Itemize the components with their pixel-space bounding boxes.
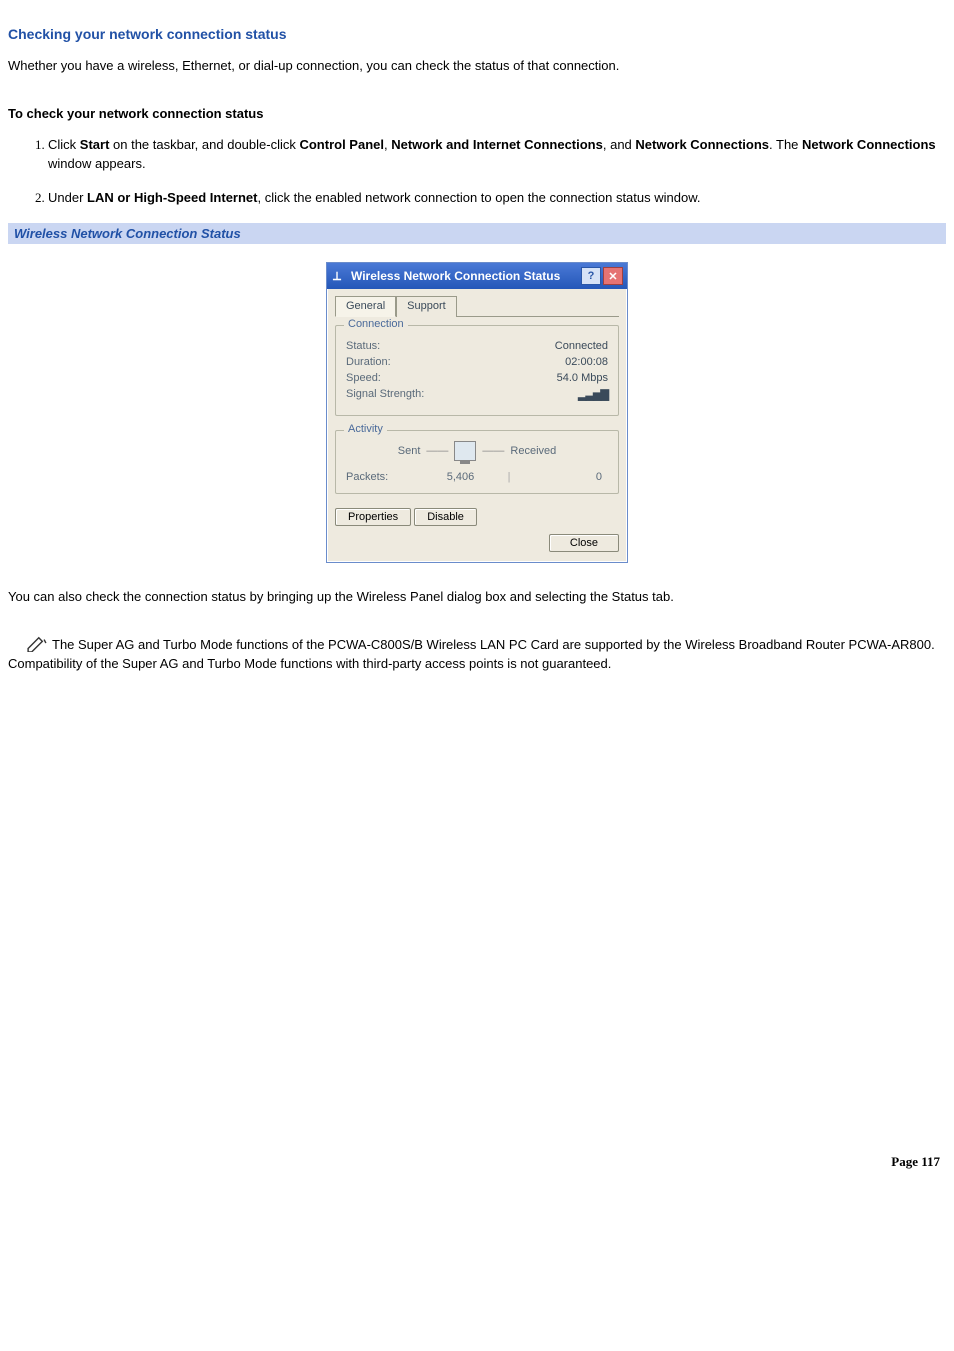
- status-label: Status:: [346, 340, 380, 352]
- dialog-tabs: General Support: [335, 295, 619, 317]
- tab-support[interactable]: Support: [396, 296, 457, 317]
- speed-value: 54.0 Mbps: [557, 372, 608, 384]
- signal-strength-icon: ▂▃▅▇: [578, 388, 608, 401]
- step-1-text: Click: [48, 137, 80, 152]
- packets-label: Packets:: [346, 471, 416, 483]
- activity-group: Activity Sent —— —— Received Packets: 5,…: [335, 430, 619, 494]
- connection-legend: Connection: [344, 318, 408, 330]
- sub-heading: To check your network connection status: [8, 106, 946, 121]
- packets-received: 0: [513, 471, 608, 483]
- sent-label: Sent: [398, 445, 421, 457]
- help-button[interactable]: ?: [581, 267, 601, 285]
- page-number: Page 117: [8, 1154, 946, 1170]
- tab-general[interactable]: General: [335, 296, 396, 317]
- properties-button[interactable]: Properties: [335, 508, 411, 526]
- wireless-icon: ⟂: [333, 269, 347, 283]
- signal-label: Signal Strength:: [346, 388, 424, 401]
- close-button[interactable]: ✕: [603, 267, 623, 285]
- note-block: The Super AG and Turbo Mode functions of…: [8, 635, 946, 674]
- note-text: The Super AG and Turbo Mode functions of…: [8, 637, 935, 672]
- dialog-titlebar: ⟂ Wireless Network Connection Status ? ✕: [327, 263, 627, 289]
- step-1: Click Start on the taskbar, and double-c…: [48, 135, 946, 174]
- status-value: Connected: [555, 340, 608, 352]
- note-pencil-icon: [26, 636, 48, 652]
- activity-legend: Activity: [344, 423, 387, 435]
- speed-label: Speed:: [346, 372, 381, 384]
- dialog-close-button[interactable]: Close: [549, 534, 619, 552]
- disable-button[interactable]: Disable: [414, 508, 477, 526]
- packets-sent: 5,406: [416, 471, 505, 483]
- intro-text: Whether you have a wireless, Ethernet, o…: [8, 56, 946, 76]
- steps-list: Click Start on the taskbar, and double-c…: [8, 135, 946, 208]
- received-label: Received: [510, 445, 556, 457]
- dialog-title: Wireless Network Connection Status: [351, 269, 579, 283]
- computer-icon: [454, 441, 476, 461]
- figure-caption: Wireless Network Connection Status: [8, 223, 946, 244]
- status-dialog: ⟂ Wireless Network Connection Status ? ✕…: [326, 262, 628, 563]
- after-dialog-text: You can also check the connection status…: [8, 587, 946, 607]
- step-2: Under LAN or High-Speed Internet, click …: [48, 188, 946, 208]
- page-title: Checking your network connection status: [8, 26, 946, 42]
- step-1-start: Start: [80, 137, 110, 152]
- duration-value: 02:00:08: [565, 356, 608, 368]
- connection-group: Connection Status: Connected Duration: 0…: [335, 325, 619, 416]
- duration-label: Duration:: [346, 356, 391, 368]
